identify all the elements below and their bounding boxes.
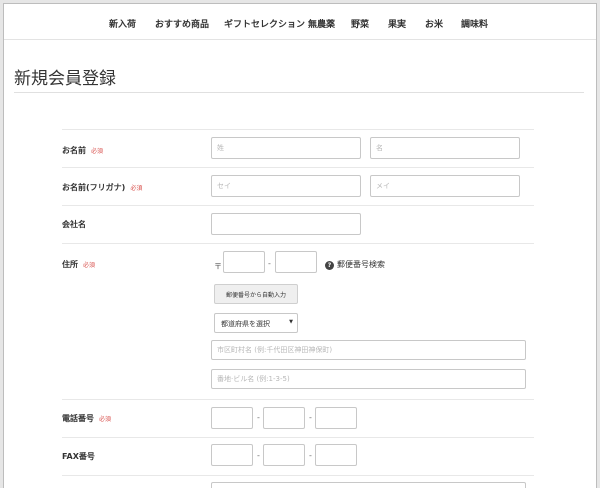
nav-item-seasonings[interactable]: 調味料 [461,17,488,30]
postal-mark: 〒 [214,262,222,271]
category-nav: 新入荷 おすすめ商品 ギフトセレクション 無農薬 野菜 果実 お米 調味料 [4,4,596,40]
first-name-kana-input[interactable] [370,175,520,197]
row-divider [62,205,534,206]
prefecture-select[interactable]: 都道府県を選択 ▼ [214,313,298,333]
nav-item-gift-selection[interactable]: ギフトセレクション [224,17,305,30]
address-label: 住所 必須 [62,259,95,270]
phone-label-text: 電話番号 [62,414,94,423]
nav-item-new-arrivals[interactable]: 新入荷 [109,17,136,30]
browser-frame: 新入荷 おすすめ商品 ギフトセレクション 無農薬 野菜 果実 お米 調味料 新規… [3,3,597,488]
street-input[interactable] [211,369,526,389]
nav-item-fruits[interactable]: 果実 [388,17,406,30]
prefecture-select-value: 都道府県を選択 [221,320,270,328]
nav-item-rice[interactable]: お米 [425,17,443,30]
last-name-kana-input[interactable] [211,175,361,197]
fax-third-input[interactable] [315,444,357,466]
nav-item-organic[interactable]: 無農薬 [308,17,335,30]
city-input[interactable] [211,340,526,360]
page-title: 新規会員登録 [14,69,116,89]
phone-second-input[interactable] [263,407,305,429]
row-divider [62,399,534,400]
row-divider [62,129,534,130]
row-divider [62,437,534,438]
phone-separator: - [257,413,260,422]
zip-first-input[interactable] [223,251,265,273]
fax-separator: - [309,451,312,460]
help-icon: ? [325,261,334,270]
kana-label-text: お名前(フリガナ) [62,183,126,192]
title-divider [14,92,584,93]
row-divider [62,167,534,168]
phone-third-input[interactable] [315,407,357,429]
last-name-input[interactable] [211,137,361,159]
name-label: お名前 必須 [62,145,103,156]
fax-separator: - [257,451,260,460]
company-input[interactable] [211,213,361,235]
zip-separator: - [268,259,271,268]
row-divider [62,475,534,476]
name-label-text: お名前 [62,146,86,155]
zip-search-link[interactable]: 郵便番号検索 [337,259,385,270]
fax-second-input[interactable] [263,444,305,466]
company-label: 会社名 [62,220,86,229]
required-badge: 必須 [130,185,143,192]
nav-item-recommended[interactable]: おすすめ商品 [155,17,209,30]
first-name-input[interactable] [370,137,520,159]
chevron-down-icon: ▼ [289,319,293,325]
phone-label: 電話番号 必須 [62,413,111,424]
next-field-input[interactable] [211,482,526,488]
required-badge: 必須 [91,148,104,155]
kana-label: お名前(フリガナ) 必須 [62,182,142,193]
fax-label: FAX番号 [62,452,95,461]
required-badge: 必須 [99,416,112,423]
fax-first-input[interactable] [211,444,253,466]
zip-second-input[interactable] [275,251,317,273]
phone-first-input[interactable] [211,407,253,429]
address-label-text: 住所 [62,260,78,269]
zip-autofill-button[interactable]: 郵便番号から自動入力 [214,284,298,304]
required-badge: 必須 [83,262,96,269]
nav-item-vegetables[interactable]: 野菜 [351,17,369,30]
phone-separator: - [309,413,312,422]
row-divider [62,243,534,244]
